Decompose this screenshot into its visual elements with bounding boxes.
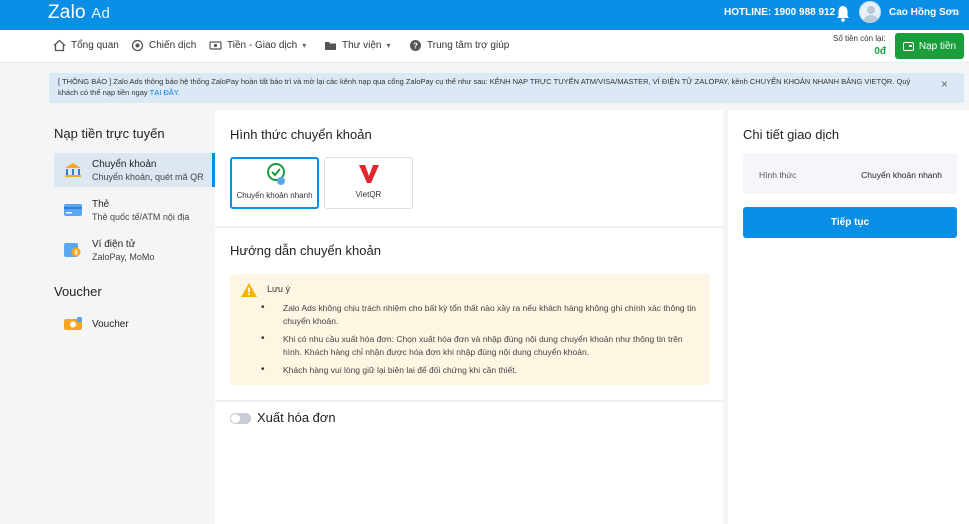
voucher-icon: [64, 317, 82, 330]
transfer-method-title: Hình thức chuyển khoản: [230, 127, 372, 142]
section-divider: [215, 400, 723, 402]
online-topup-title: Nạp tiền trực tuyến: [54, 126, 165, 141]
note-title: Lưu ý: [267, 284, 291, 294]
topup-label: Nạp tiền: [918, 40, 957, 52]
invoice-toggle[interactable]: [230, 413, 251, 424]
nav-item-library[interactable]: Thư viện ▾: [324, 39, 391, 52]
top-bar: Zalo Ad HOTLINE: 1900 988 912 Cao Hồng S…: [0, 0, 969, 30]
sidebar-item-title: Voucher: [92, 318, 129, 330]
note-item: Khi có nhu cầu xuất hóa đơn: Chọn xuất h…: [283, 334, 683, 357]
logo-sub-text: Ad: [91, 5, 110, 22]
hotline-text: HOTLINE: 1900 988 912: [724, 7, 836, 18]
detail-key: Hình thức: [759, 170, 797, 180]
wallet-icon: [902, 41, 914, 51]
bank-transfer-icon: [65, 163, 81, 177]
topup-button[interactable]: Nạp tiền: [895, 33, 964, 59]
bullet: •: [261, 333, 265, 344]
section-divider: [215, 226, 723, 228]
chevron-down-icon: ▾: [386, 41, 391, 50]
sidebar-item-title: Ví điện tử: [92, 238, 136, 250]
sidebar-item-title: Chuyển khoản: [92, 158, 157, 170]
sidebar-item-subtitle: Chuyển khoản, quét mã QR: [92, 171, 204, 182]
help-icon: ?: [410, 40, 421, 51]
warning-icon: [241, 283, 257, 297]
money-icon: [209, 41, 222, 50]
vietqr-logo-icon: [359, 165, 379, 183]
detail-value: Chuyển khoản nhanh: [861, 170, 942, 180]
card-icon: [64, 204, 82, 216]
close-icon[interactable]: ×: [941, 77, 948, 91]
main-nav: Tổng quan Chiến dịch Tiền - Giao dịch ▾ …: [0, 30, 969, 63]
balance-label: Số tiền còn lại:: [833, 34, 886, 43]
note-item: Zalo Ads không chịu trách nhiệm cho bất …: [283, 303, 696, 326]
sidebar-item-subtitle: ZaloPay, MoMo: [92, 251, 155, 262]
wallet-icon: $: [64, 243, 81, 257]
sidebar-item-subtitle: Thẻ quốc tế/ATM nội địa: [92, 211, 190, 222]
announcement-banner: [ THÔNG BÁO ] Zalo Ads thông báo hệ thốn…: [49, 73, 964, 103]
nav-label: Chiến dịch: [149, 40, 197, 51]
method-label: VietQR: [355, 190, 382, 199]
bullet: •: [261, 302, 265, 313]
target-icon: [131, 39, 144, 52]
chevron-down-icon[interactable]: ⌄: [953, 7, 961, 18]
transfer-guide-title: Hướng dẫn chuyển khoản: [230, 243, 381, 258]
home-icon: [53, 39, 66, 52]
zalo-ads-logo[interactable]: Zalo Ad: [48, 2, 110, 24]
nav-item-finance[interactable]: Tiền - Giao dịch ▾: [209, 39, 306, 52]
nav-label: Thư viện: [342, 40, 382, 51]
voucher-title: Voucher: [54, 284, 102, 299]
balance-value: 0đ: [874, 46, 886, 57]
method-vietqr[interactable]: VietQR: [324, 157, 413, 209]
method-label: Chuyển khoản nhanh: [236, 191, 313, 200]
note-item: Khách hàng vui lòng giữ lại biên lai để …: [283, 365, 517, 375]
nav-label: Tổng quan: [71, 40, 119, 51]
bell-icon[interactable]: [835, 5, 851, 23]
sidebar-item-ewallet[interactable]: $ Ví điện tử ZaloPay, MoMo: [54, 233, 215, 267]
sidebar-item-title: Thẻ: [92, 198, 110, 210]
sidebar-item-voucher[interactable]: Voucher: [54, 307, 215, 341]
transaction-details-title: Chi tiết giao dịch: [743, 127, 840, 142]
nav-label: Trung tâm trợ giúp: [427, 40, 510, 51]
chevron-down-icon: ▾: [302, 41, 307, 50]
user-name[interactable]: Cao Hồng Sơn: [889, 7, 959, 18]
invoice-label: Xuất hóa đơn: [257, 410, 336, 425]
svg-text:?: ?: [413, 42, 418, 51]
nav-item-help[interactable]: ? Trung tâm trợ giúp: [409, 39, 509, 52]
sidebar-item-bank-transfer[interactable]: Chuyển khoản Chuyển khoản, quét mã QR: [54, 153, 215, 187]
announcement-text: [ THÔNG BÁO ] Zalo Ads thông báo hệ thốn…: [58, 77, 911, 97]
method-fast-transfer[interactable]: Chuyển khoản nhanh: [230, 157, 319, 209]
folder-icon: [325, 42, 336, 50]
avatar[interactable]: [859, 1, 881, 23]
bullet: •: [261, 364, 265, 375]
fast-transfer-icon: [267, 163, 285, 185]
continue-button[interactable]: Tiếp tục: [743, 207, 957, 238]
nav-item-overview[interactable]: Tổng quan: [53, 39, 119, 52]
announcement-link[interactable]: TẠI ĐÂY.: [150, 88, 180, 97]
nav-label: Tiền - Giao dịch: [227, 40, 298, 51]
logo-main-text: Zalo: [48, 2, 86, 23]
sidebar-item-card[interactable]: Thẻ Thẻ quốc tế/ATM nội địa: [54, 193, 215, 227]
nav-item-campaigns[interactable]: Chiến dịch: [131, 39, 196, 52]
